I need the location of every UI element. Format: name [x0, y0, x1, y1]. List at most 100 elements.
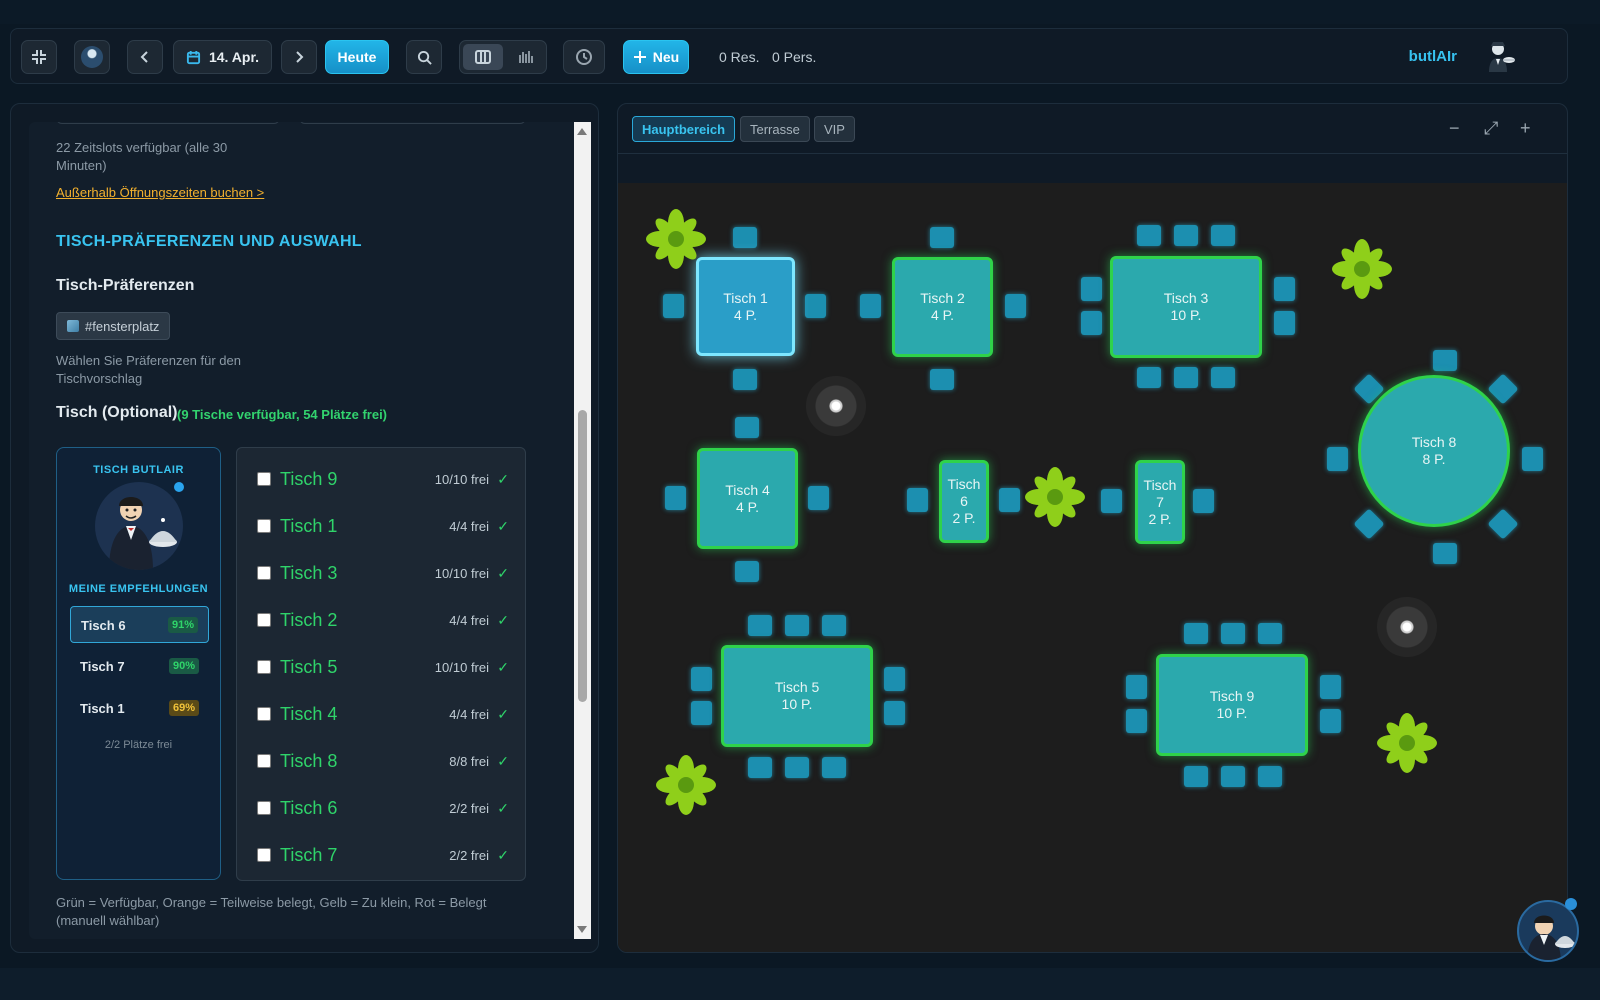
table-tisch-5[interactable]: Tisch 5 10 P.	[721, 645, 873, 747]
check-icon: ✓	[497, 847, 509, 863]
table-checkbox[interactable]	[257, 754, 271, 768]
check-icon: ✓	[497, 471, 509, 487]
section-title: TISCH-PRÄFERENZEN UND AUSWAHL	[56, 233, 362, 250]
recommendation-label: Tisch 1	[80, 701, 125, 716]
recommendation-item[interactable]: Tisch 6 91%	[70, 606, 209, 643]
lamp-icon	[806, 376, 866, 436]
table-checkbox[interactable]	[257, 707, 271, 721]
table-tisch-3[interactable]: Tisch 3 10 P.	[1110, 256, 1262, 358]
collapse-button[interactable]	[21, 40, 57, 74]
chair	[665, 486, 686, 510]
list-item[interactable]: Tisch 6 2/2 frei ✓	[257, 793, 509, 823]
history-button[interactable]	[563, 40, 605, 74]
chair	[860, 294, 881, 318]
list-item[interactable]: Tisch 2 4/4 frei ✓	[257, 605, 509, 635]
chair	[805, 294, 826, 318]
date-picker-button[interactable]: 14. Apr.	[173, 40, 272, 74]
seats-free: 2/2 frei	[449, 848, 489, 863]
person-count: 0 Pers.	[772, 49, 817, 65]
list-item[interactable]: Tisch 9 10/10 frei ✓	[257, 464, 509, 494]
butler-logo-icon[interactable]	[1483, 40, 1517, 74]
chair	[1274, 277, 1295, 301]
zoom-out-button[interactable]: −	[1449, 118, 1460, 139]
table-name: Tisch 2	[280, 610, 338, 630]
table-capacity: 10 P.	[1216, 705, 1248, 721]
date-label: 14. Apr.	[208, 49, 260, 65]
table-tisch-9[interactable]: Tisch 9 10 P.	[1156, 654, 1308, 756]
butlair-recommendation-card: TISCH BUTLAIR MEINE EMPFEHLUNGEN Tisch 6…	[56, 447, 221, 880]
fullscreen-button[interactable]: ⤢	[1484, 118, 1498, 139]
table-checkbox[interactable]	[257, 472, 271, 486]
form-scrollbar[interactable]	[574, 122, 591, 939]
window-icon	[67, 320, 79, 332]
table-checkbox[interactable]	[257, 566, 271, 580]
chart-view-button[interactable]	[506, 44, 546, 70]
table-label: Tisch 3	[1163, 290, 1209, 306]
table-title: Tisch (Optional)	[56, 404, 178, 421]
check-icon: ✓	[497, 612, 509, 628]
match-badge: 69%	[168, 700, 199, 716]
check-icon: ✓	[497, 565, 509, 581]
chair	[1137, 367, 1161, 388]
list-item[interactable]: Tisch 8 8/8 frei ✓	[257, 746, 509, 776]
list-item[interactable]: Tisch 3 10/10 frei ✓	[257, 558, 509, 588]
table-tisch-2[interactable]: Tisch 2 4 P.	[892, 257, 993, 357]
table-checklist: Tisch 9 10/10 frei ✓ Tisch 1 4/4 frei ✓ Tisc…	[236, 447, 526, 881]
table-checkbox[interactable]	[257, 660, 271, 674]
table-checkbox[interactable]	[257, 613, 271, 627]
list-item[interactable]: Tisch 4 4/4 frei ✓	[257, 699, 509, 729]
scroll-down-icon[interactable]	[577, 926, 587, 933]
table-capacity: 4 P.	[930, 307, 955, 323]
list-item[interactable]: Tisch 5 10/10 frei ✓	[257, 652, 509, 682]
table-tisch-6[interactable]: Tisch 6 2 P.	[939, 460, 989, 543]
form-scroll-area: 22 Zeitslots verfügbar (alle 30 Minuten)…	[29, 122, 579, 939]
today-button[interactable]: Heute	[325, 40, 389, 74]
table-tisch-1[interactable]: Tisch 1 4 P.	[696, 257, 795, 356]
search-button[interactable]	[406, 40, 442, 74]
chair	[822, 615, 846, 636]
match-badge: 91%	[167, 617, 198, 633]
next-day-button[interactable]	[281, 40, 317, 74]
new-reservation-button[interactable]: Neu	[623, 40, 689, 74]
table-capacity: 2 P.	[952, 510, 976, 526]
chair	[663, 294, 684, 318]
table-checkbox[interactable]	[257, 848, 271, 862]
list-item[interactable]: Tisch 1 4/4 frei ✓	[257, 511, 509, 541]
chevron-right-icon	[296, 51, 304, 63]
chair	[1221, 623, 1245, 644]
scroll-thumb[interactable]	[578, 410, 587, 702]
prev-day-button[interactable]	[127, 40, 163, 74]
table-tisch-7[interactable]: Tisch 7 2 P.	[1135, 460, 1185, 544]
tab-terrasse[interactable]: Terrasse	[740, 116, 810, 142]
calendar-icon	[186, 50, 201, 64]
notification-dot	[1565, 898, 1577, 910]
scroll-up-icon[interactable]	[577, 128, 587, 135]
table-capacity: 10 P.	[781, 696, 813, 712]
recommendation-label: Tisch 7	[80, 659, 125, 674]
table-name: Tisch 4	[280, 704, 338, 724]
preference-chip[interactable]: #fensterplatz	[56, 312, 171, 340]
seats-free: 10/10 frei	[434, 660, 489, 675]
chair	[907, 488, 928, 512]
table-checkbox[interactable]	[257, 801, 271, 815]
recommendation-item[interactable]: Tisch 1 69%	[70, 690, 209, 727]
tab-vip[interactable]: VIP	[814, 116, 855, 142]
avatar-button[interactable]	[74, 40, 110, 74]
time-slot-fields	[299, 122, 526, 124]
outside-hours-link[interactable]: Außerhalb Öffnungszeiten buchen >	[56, 185, 264, 200]
check-icon: ✓	[497, 518, 509, 534]
zoom-in-button[interactable]: +	[1520, 118, 1531, 139]
table-tisch-4[interactable]: Tisch 4 4 P.	[697, 448, 798, 549]
tab-hauptbereich[interactable]: Hauptbereich	[632, 116, 736, 142]
table-capacity: 2 P.	[1148, 510, 1172, 527]
table-capacity: 4 P.	[733, 306, 758, 323]
list-item[interactable]: Tisch 7 2/2 frei ✓	[257, 840, 509, 870]
butlair-title: TISCH BUTLAIR	[93, 464, 184, 476]
columns-view-button[interactable]	[463, 44, 503, 70]
table-checkbox[interactable]	[257, 519, 271, 533]
chair	[1005, 294, 1026, 318]
recommendation-item[interactable]: Tisch 7 90%	[70, 648, 209, 685]
chair	[1258, 766, 1282, 787]
table-tisch-8[interactable]: Tisch 8 8 P.	[1358, 375, 1510, 527]
match-badge: 90%	[168, 658, 199, 674]
